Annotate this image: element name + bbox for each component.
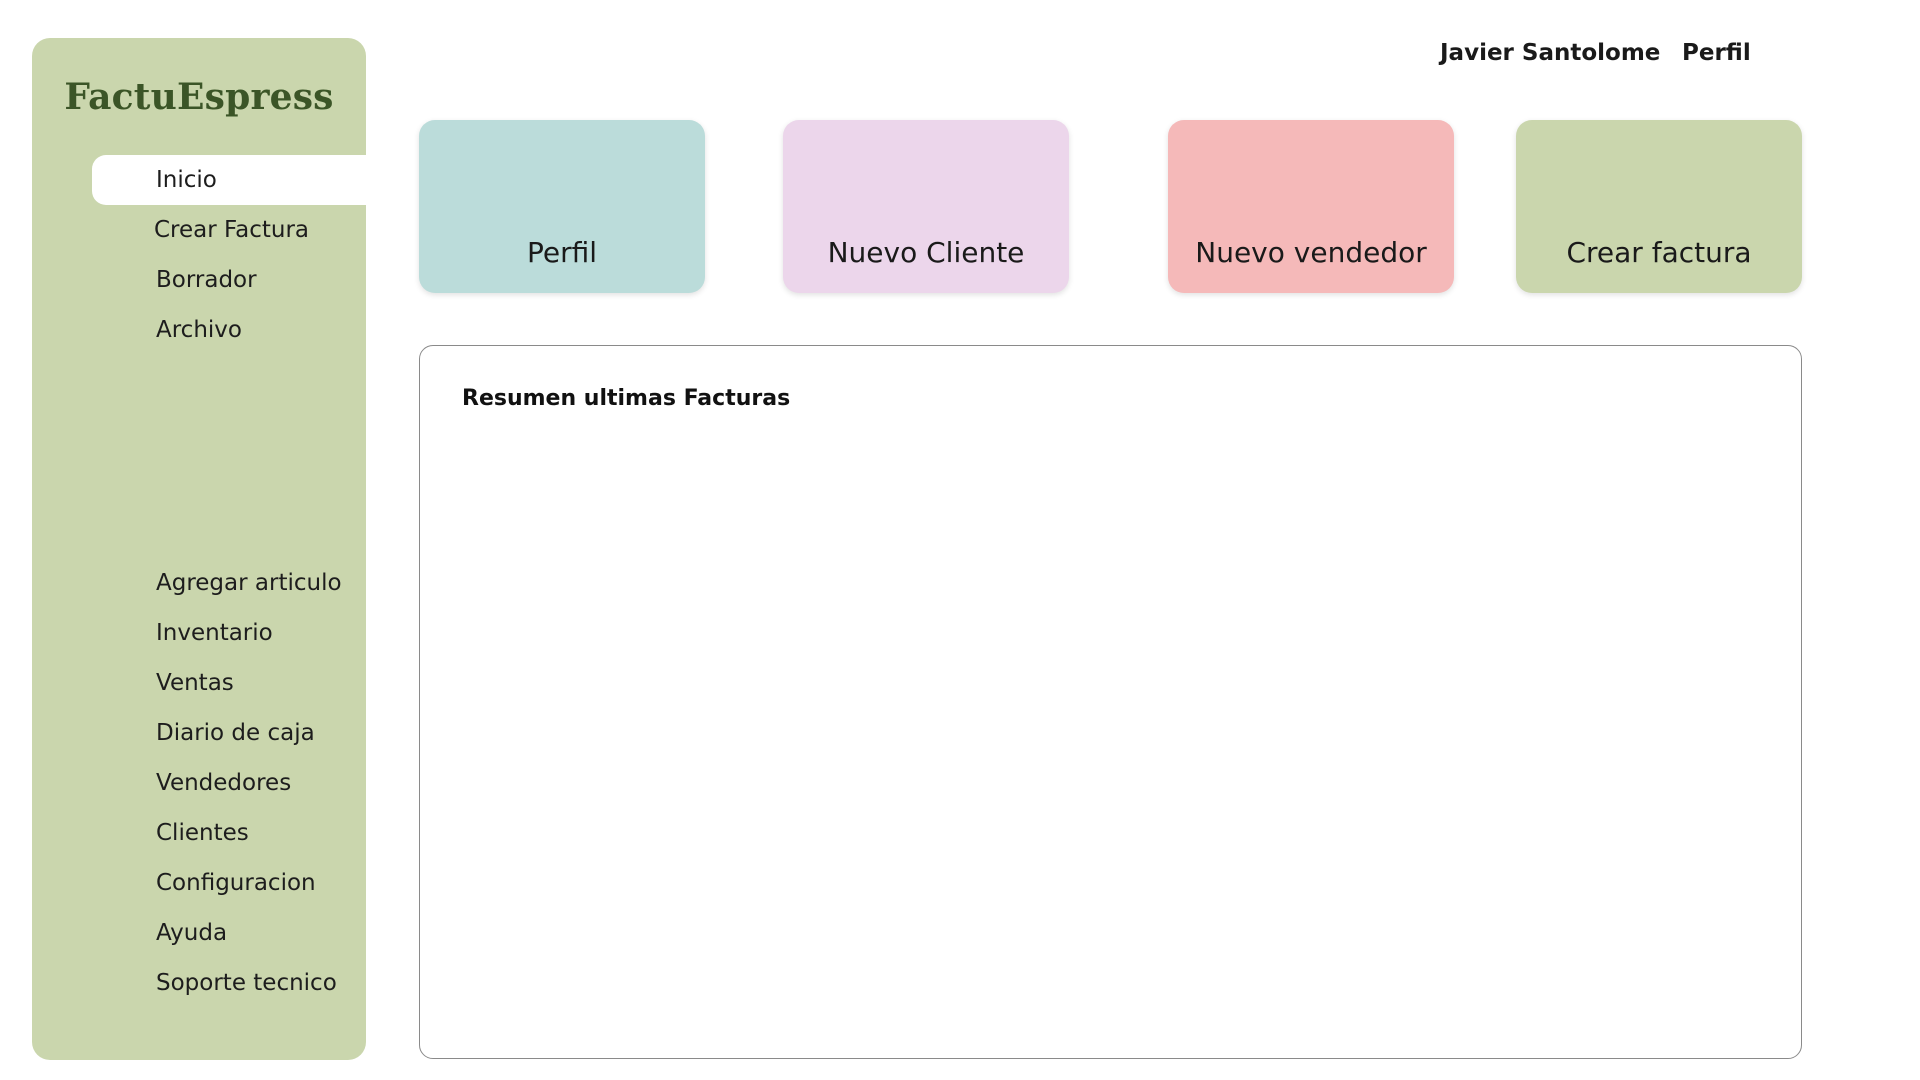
sidebar-item-label: Agregar articulo <box>156 570 342 596</box>
sidebar: FactuEspress Inicio Crear Factura Borrad… <box>32 38 366 1060</box>
sidebar-item-label: Crear Factura <box>154 217 310 243</box>
card-nuevo-cliente[interactable]: Nuevo Cliente <box>783 120 1069 293</box>
card-label: Crear factura <box>1566 236 1752 269</box>
sidebar-item-label: Vendedores <box>156 770 292 796</box>
card-label: Perfil <box>526 236 598 269</box>
sidebar-item-configuracion[interactable]: Configuracion <box>92 858 316 908</box>
sidebar-item-label: Inventario <box>156 620 273 646</box>
invoice-summary-panel: Resumen ultimas Facturas <box>419 345 1802 1059</box>
sidebar-item-label: Archivo <box>156 317 242 343</box>
sidebar-item-archivo[interactable]: Archivo <box>92 305 242 355</box>
sidebar-item-label: Ventas <box>156 670 234 696</box>
sidebar-item-label: Inicio <box>156 167 217 193</box>
sidebar-item-clientes[interactable]: Clientes <box>92 808 249 858</box>
sidebar-item-diario-de-caja[interactable]: Diario de caja <box>92 708 315 758</box>
brand-logo: FactuEspress <box>64 76 334 118</box>
sidebar-item-agregar-articulo[interactable]: Agregar articulo <box>92 558 342 608</box>
summary-title: Resumen ultimas Facturas <box>462 386 791 411</box>
sidebar-item-ayuda[interactable]: Ayuda <box>92 908 227 958</box>
card-label: Nuevo vendedor <box>1195 236 1427 269</box>
sidebar-item-label: Configuracion <box>156 870 316 896</box>
sidebar-item-label: Diario de caja <box>156 720 315 746</box>
sidebar-item-crear-factura[interactable]: Crear Factura <box>90 205 309 255</box>
user-name[interactable]: Javier Santolome <box>1440 40 1660 66</box>
sidebar-item-label: Ayuda <box>156 920 228 946</box>
profile-link[interactable]: Perfil <box>1682 40 1751 66</box>
card-crear-factura[interactable]: Crear factura <box>1516 120 1802 293</box>
sidebar-item-borrador[interactable]: Borrador <box>92 255 257 305</box>
sidebar-item-inicio[interactable]: Inicio <box>92 155 366 205</box>
sidebar-item-label: Soporte tecnico <box>156 970 337 996</box>
card-perfil[interactable]: Perfil <box>419 120 705 293</box>
sidebar-item-label: Borrador <box>156 267 257 293</box>
card-nuevo-vendedor[interactable]: Nuevo vendedor <box>1168 120 1454 293</box>
sidebar-item-inventario[interactable]: Inventario <box>92 608 273 658</box>
sidebar-item-vendedores[interactable]: Vendedores <box>92 758 291 808</box>
sidebar-item-ventas[interactable]: Ventas <box>92 658 234 708</box>
card-label: Nuevo Cliente <box>827 236 1025 269</box>
sidebar-item-label: Clientes <box>156 820 249 846</box>
sidebar-item-soporte-tecnico[interactable]: Soporte tecnico <box>92 958 337 1008</box>
